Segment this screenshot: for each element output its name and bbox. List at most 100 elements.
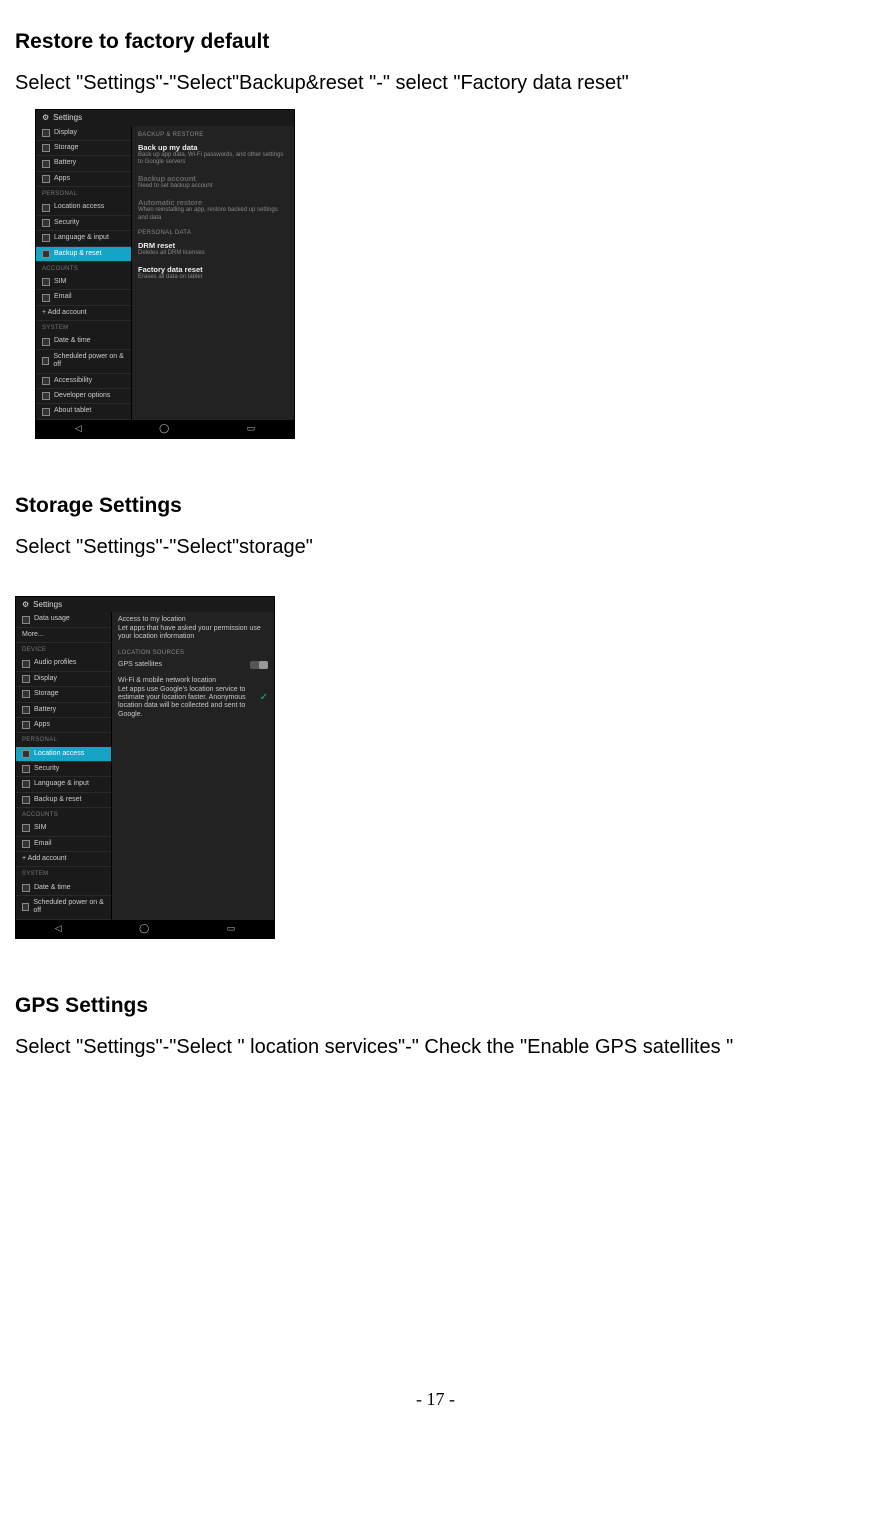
toggle-icon[interactable]: [250, 661, 268, 669]
text-storage: Select "Settings"-"Select"storage": [15, 536, 856, 559]
back-icon[interactable]: ◁: [55, 923, 62, 934]
sidebar-item-backup[interactable]: Backup & reset: [36, 247, 131, 262]
sidebar-category-accounts: ACCOUNTS: [36, 262, 131, 275]
screenshot-location: ⚙ Settings Data usage More... DEVICE Aud…: [15, 596, 275, 939]
panel-heading-backup: BACKUP & RESTORE: [138, 132, 288, 139]
heading-restore: Restore to factory default: [15, 30, 856, 54]
home-icon[interactable]: ◯: [159, 423, 169, 434]
sidebar-item-security[interactable]: Security: [16, 762, 111, 777]
sidebar-item-sim[interactable]: SIM: [16, 821, 111, 836]
sidebar-category-accounts: ACCOUNTS: [16, 808, 111, 821]
text-restore: Select "Settings"-"Select"Backup&reset "…: [15, 72, 856, 95]
sidebar-item-storage[interactable]: Storage: [36, 141, 131, 156]
android-navbar: ◁ ◯ ▭: [36, 420, 294, 438]
home-icon[interactable]: ◯: [139, 923, 149, 934]
sidebar-item-apps[interactable]: Apps: [16, 718, 111, 733]
sidebar-item-backup[interactable]: Backup & reset: [16, 793, 111, 808]
language-icon: [22, 780, 30, 788]
sidebar-item-sim[interactable]: SIM: [36, 275, 131, 290]
audio-icon: [22, 660, 30, 668]
panel-heading-sources: LOCATION SOURCES: [118, 650, 268, 657]
sidebar-item-storage[interactable]: Storage: [16, 687, 111, 702]
sidebar-item-email[interactable]: Email: [16, 837, 111, 852]
sidebar-category-personal: PERSONAL: [16, 733, 111, 746]
sidebar-item-developer[interactable]: Developer options: [36, 389, 131, 404]
email-icon: [22, 840, 30, 848]
sidebar-item-scheduled[interactable]: Scheduled power on & off: [36, 350, 131, 374]
panel-item-wifi-location[interactable]: Wi-Fi & mobile network location Let apps…: [118, 677, 268, 719]
sim-icon: [42, 278, 50, 286]
storage-icon: [42, 144, 50, 152]
screenshot-title: Settings: [53, 113, 82, 123]
info-icon: [42, 408, 50, 416]
sidebar-item-add-account[interactable]: + Add account: [36, 306, 131, 321]
sidebar-category-system: SYSTEM: [16, 867, 111, 880]
sidebar-item-accessibility[interactable]: Accessibility: [36, 374, 131, 389]
gear-icon: ⚙: [42, 113, 49, 123]
sidebar-item-location[interactable]: Location access: [16, 747, 111, 762]
sidebar-item-battery[interactable]: Battery: [16, 703, 111, 718]
screenshot-backup-reset: ⚙ Settings Display Storage Battery Apps …: [35, 109, 295, 439]
email-icon: [42, 294, 50, 302]
back-icon[interactable]: ◁: [75, 423, 82, 434]
sidebar-item-language[interactable]: Language & input: [36, 231, 131, 246]
android-navbar: ◁ ◯ ▭: [16, 920, 274, 938]
battery-icon: [42, 160, 50, 168]
sidebar-item-scheduled[interactable]: Scheduled power on & off: [16, 896, 111, 920]
recent-icon[interactable]: ▭: [227, 923, 236, 934]
sidebar-category-device: DEVICE: [16, 643, 111, 656]
display-icon: [22, 675, 30, 683]
panel-item-gps[interactable]: GPS satellites: [118, 661, 268, 669]
panel-item-factory-reset[interactable]: Factory data reset Erases all data on ta…: [138, 265, 288, 281]
sidebar-item-about[interactable]: About tablet: [36, 404, 131, 419]
panel-heading-personal: PERSONAL DATA: [138, 230, 288, 237]
security-icon: [22, 765, 30, 773]
sidebar-item-email[interactable]: Email: [36, 290, 131, 305]
panel-item-backup-account[interactable]: Backup account Need to set backup accoun…: [138, 174, 288, 190]
check-icon[interactable]: ✓: [260, 692, 268, 704]
sidebar-item-more[interactable]: More...: [16, 628, 111, 643]
settings-sidebar: Data usage More... DEVICE Audio profiles…: [16, 612, 112, 919]
gear-icon: ⚙: [22, 600, 29, 610]
sidebar-item-audio[interactable]: Audio profiles: [16, 656, 111, 671]
sidebar-category-personal: PERSONAL: [36, 187, 131, 200]
security-icon: [42, 219, 50, 227]
panel-item-auto-restore[interactable]: Automatic restore When reinstalling an a…: [138, 198, 288, 221]
recent-icon[interactable]: ▭: [247, 423, 256, 434]
settings-panel: Access to my location Let apps that have…: [112, 612, 274, 919]
data-icon: [22, 616, 30, 624]
panel-item-backup-data[interactable]: Back up my data Back up app data, Wi-Fi …: [138, 143, 288, 166]
sidebar-category-system: SYSTEM: [36, 321, 131, 334]
sidebar-item-display[interactable]: Display: [16, 672, 111, 687]
clock-icon: [22, 884, 30, 892]
screenshot-title: Settings: [33, 600, 62, 610]
text-gps: Select "Settings"-"Select " location ser…: [15, 1036, 856, 1059]
sidebar-item-display[interactable]: Display: [36, 126, 131, 141]
apps-icon: [22, 721, 30, 729]
sidebar-item-security[interactable]: Security: [36, 216, 131, 231]
sidebar-item-language[interactable]: Language & input: [16, 777, 111, 792]
page-number: - 17 -: [15, 1389, 856, 1410]
dev-icon: [42, 392, 50, 400]
sidebar-item-apps[interactable]: Apps: [36, 172, 131, 187]
screenshot-titlebar: ⚙ Settings: [16, 597, 274, 613]
panel-item-drm-reset[interactable]: DRM reset Deletes all DRM licenses: [138, 241, 288, 257]
settings-panel: BACKUP & RESTORE Back up my data Back up…: [132, 126, 294, 420]
heading-gps: GPS Settings: [15, 994, 856, 1018]
display-icon: [42, 129, 50, 137]
sim-icon: [22, 824, 30, 832]
location-icon: [42, 204, 50, 212]
sidebar-item-battery[interactable]: Battery: [36, 156, 131, 171]
location-icon: [22, 750, 30, 758]
sidebar-item-add-account[interactable]: + Add account: [16, 852, 111, 867]
sidebar-item-location[interactable]: Location access: [36, 200, 131, 215]
sidebar-item-date[interactable]: Date & time: [16, 881, 111, 896]
heading-storage: Storage Settings: [15, 494, 856, 518]
backup-icon: [22, 796, 30, 804]
sidebar-item-data-usage[interactable]: Data usage: [16, 612, 111, 627]
panel-item-access-location[interactable]: Access to my location Let apps that have…: [118, 616, 268, 641]
power-icon: [42, 357, 49, 365]
clock-icon: [42, 338, 50, 346]
power-icon: [22, 903, 29, 911]
sidebar-item-date[interactable]: Date & time: [36, 334, 131, 349]
